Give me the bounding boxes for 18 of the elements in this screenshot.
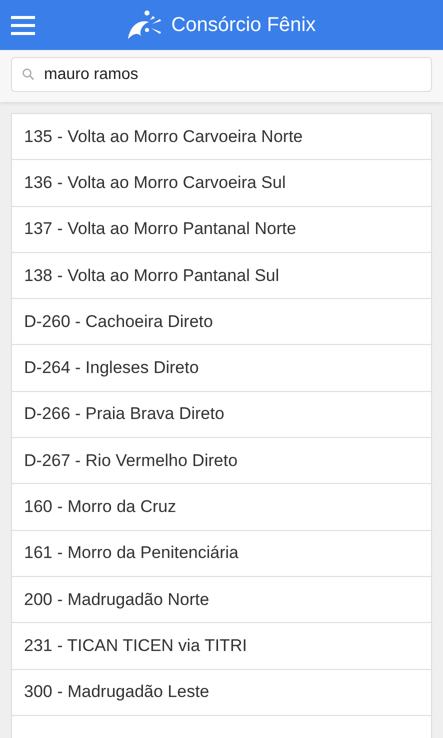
route-item[interactable]: D-264 - Ingleses Direto: [12, 345, 431, 392]
route-item[interactable]: D-266 - Praia Brava Direto: [12, 392, 431, 438]
menu-button[interactable]: [10, 13, 36, 37]
route-item[interactable]: D-260 - Cachoeira Direto: [12, 299, 431, 346]
route-item[interactable]: 138 - Volta ao Morro Pantanal Sul: [12, 252, 431, 300]
route-item[interactable]: 300 - Madrugadão Leste: [12, 670, 431, 716]
menu-icon: [10, 13, 36, 37]
app-title: Consórcio Fênix: [171, 14, 316, 36]
route-item[interactable]: 231 - TICAN TICEN via TITRI: [12, 623, 431, 670]
route-item[interactable]: 161 - Morro da Penitenciária: [12, 530, 431, 577]
route-item[interactable]: 135 - Volta ao Morro Carvoeira Norte: [12, 114, 431, 160]
route-item[interactable]: 160 - Morro da Cruz: [12, 484, 431, 531]
search-icon: [22, 68, 34, 80]
search-field[interactable]: mauro ramos: [11, 57, 432, 92]
route-item[interactable]: 137 - Volta ao Morro Pantanal Norte: [12, 206, 431, 253]
route-item[interactable]: 200 - Madrugadão Norte: [12, 576, 431, 624]
route-item[interactable]: 136 - Volta ao Morro Carvoeira Sul: [12, 160, 431, 207]
route-item[interactable]: D-267 - Rio Vermelho Direto: [12, 438, 431, 484]
